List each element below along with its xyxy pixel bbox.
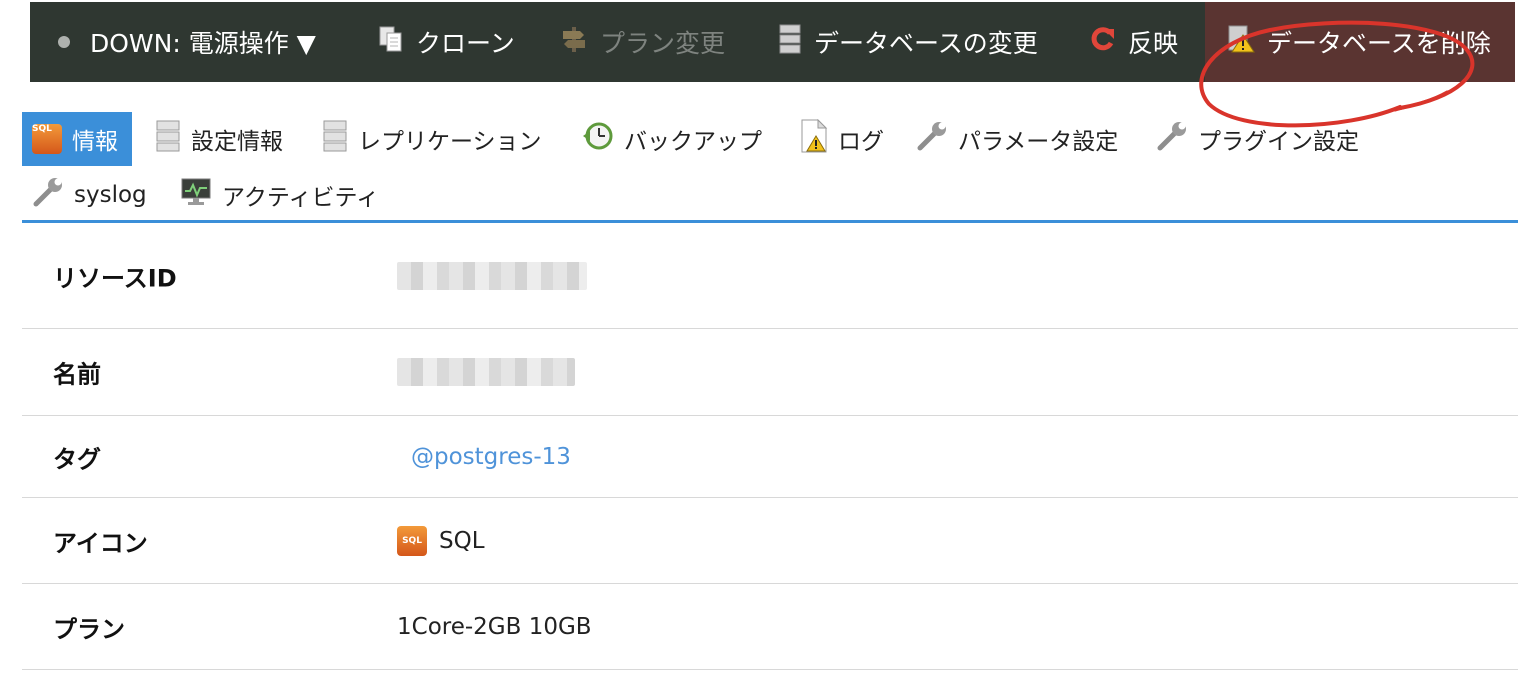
tab-syslog-label: syslog	[74, 182, 147, 208]
database-change-label: データベースの変更	[814, 29, 1038, 58]
tab-info-label: 情報	[72, 129, 118, 155]
wrench-icon	[32, 176, 64, 214]
tab-log[interactable]: ログ	[790, 112, 898, 166]
icon-label: アイコン	[53, 529, 148, 557]
signpost-icon	[560, 25, 588, 59]
tag-label: タグ	[53, 445, 101, 473]
plan-change-button[interactable]: プラン変更	[560, 2, 725, 82]
delete-database-button[interactable]: データベースを削除	[1205, 2, 1515, 82]
refresh-icon	[1090, 26, 1116, 58]
tag-row: タグ @postgres-13	[22, 416, 1518, 498]
tab-plugin[interactable]: プラグイン設定	[1146, 112, 1373, 166]
icon-value-text: SQL	[439, 527, 485, 554]
tab-log-label: ログ	[838, 129, 884, 155]
tag-value: @postgres-13	[397, 444, 571, 470]
icon-row: アイコン SQL SQL	[22, 498, 1518, 584]
reflect-button[interactable]: 反映	[1090, 2, 1178, 82]
tab-syslog[interactable]: syslog	[22, 168, 161, 222]
plan-value: 1Core-2GB 10GB	[397, 613, 592, 640]
tab-backup-label: バックアップ	[624, 129, 762, 155]
clock-backup-icon	[582, 120, 614, 158]
power-menu-label: DOWN: 電源操作 ▼	[90, 29, 316, 58]
copy-icon	[378, 25, 404, 59]
wrench-icon	[916, 120, 948, 158]
tab-plugin-label: プラグイン設定	[1198, 129, 1359, 155]
delete-database-label: データベースを削除	[1267, 29, 1491, 58]
clone-label: クローン	[416, 29, 515, 58]
tab-activity-label: アクティビティ	[222, 185, 380, 211]
sql-icon: SQL	[397, 525, 427, 556]
clone-button[interactable]: クローン	[378, 2, 515, 82]
plan-label: プラン	[53, 615, 125, 643]
plan-row: プラン 1Core-2GB 10GB	[22, 584, 1518, 670]
name-value	[397, 358, 575, 386]
tab-activity[interactable]: アクティビティ	[170, 168, 393, 222]
power-status-icon	[58, 36, 70, 48]
name-label: 名前	[53, 360, 101, 389]
tab-settings-label: 設定情報	[191, 129, 283, 155]
resource-id-label: リソースID	[53, 264, 177, 292]
sql-icon: SQL	[32, 124, 62, 154]
log-warning-icon	[800, 118, 828, 159]
tab-backup[interactable]: バックアップ	[572, 112, 776, 166]
resource-id-row: リソースID	[22, 223, 1518, 329]
database-server-icon	[322, 120, 348, 158]
warning-icon	[1227, 25, 1255, 59]
tab-info[interactable]: SQL 情報	[22, 112, 132, 166]
database-server-icon	[778, 24, 802, 60]
database-server-icon	[155, 120, 181, 158]
action-toolbar: DOWN: 電源操作 ▼ クローン プラン変更 データベースの変更 反映 データ…	[30, 2, 1515, 82]
name-row: 名前	[22, 329, 1518, 416]
tab-replication-label: レプリケーション	[358, 129, 542, 155]
redacted-value	[397, 261, 587, 290]
tag-link[interactable]: @postgres-13	[411, 444, 571, 470]
tab-parameter-label: パラメータ設定	[958, 129, 1119, 155]
database-change-button[interactable]: データベースの変更	[778, 2, 1038, 82]
plan-change-label: プラン変更	[600, 29, 726, 58]
resource-id-value	[397, 261, 587, 290]
tab-settings[interactable]: 設定情報	[145, 112, 297, 166]
monitor-icon	[180, 177, 212, 213]
tab-replication[interactable]: レプリケーション	[312, 112, 556, 166]
reflect-label: 反映	[1128, 29, 1179, 58]
wrench-icon	[1156, 120, 1188, 158]
tab-parameter[interactable]: パラメータ設定	[906, 112, 1132, 166]
icon-value: SQL SQL	[397, 525, 485, 556]
redacted-value	[397, 358, 575, 386]
power-menu-button[interactable]: DOWN: 電源操作 ▼	[58, 2, 316, 82]
